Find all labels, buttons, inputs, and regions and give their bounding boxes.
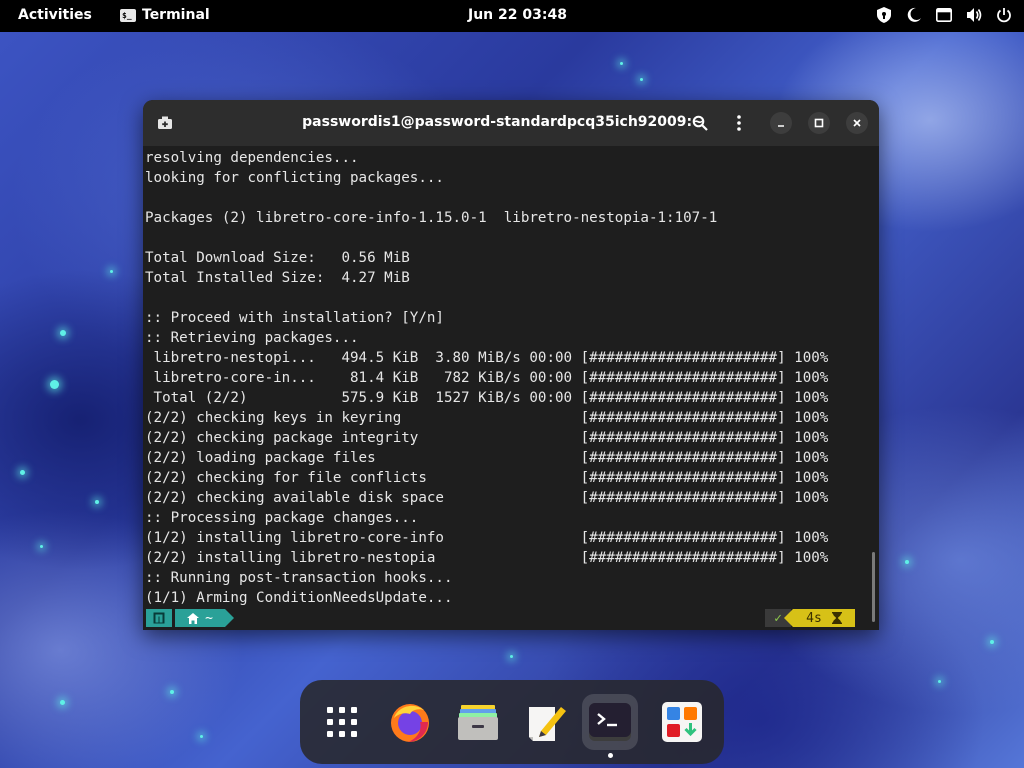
- clock[interactable]: Jun 22 03:48: [468, 7, 567, 23]
- terminal-line: looking for conflicting packages...: [145, 170, 444, 186]
- power-icon[interactable]: [996, 7, 1012, 23]
- terminal-line: libretro-core-in... 81.4 KiB 782 KiB/s 0…: [145, 370, 829, 386]
- software-icon[interactable]: [654, 694, 710, 750]
- app-menu[interactable]: $_ Terminal: [120, 7, 210, 23]
- terminal-line: (1/1) Arming ConditionNeedsUpdate...: [145, 590, 453, 606]
- app-menu-label: Terminal: [142, 7, 210, 23]
- wallpaper-star: [110, 270, 113, 273]
- prompt-directory: ~: [175, 609, 234, 627]
- terminal-line: Total Installed Size: 4.27 MiB: [145, 270, 410, 286]
- terminal-line: (2/2) loading package files [###########…: [145, 450, 829, 466]
- terminal-line: resolving dependencies...: [145, 150, 359, 166]
- wallpaper-star: [95, 500, 99, 504]
- terminal-line: Packages (2) libretro-core-info-1.15.0-1…: [145, 210, 718, 226]
- new-tab-button[interactable]: [153, 111, 177, 135]
- wallpaper-star: [170, 690, 174, 694]
- firefox-icon[interactable]: [382, 694, 438, 750]
- wallpaper-star: [200, 735, 203, 738]
- terminal-line: :: Running post-transaction hooks...: [145, 570, 453, 586]
- prompt-duration-label: 4s: [806, 610, 822, 626]
- wallpaper-star: [50, 380, 59, 389]
- files-icon[interactable]: [450, 694, 506, 750]
- search-icon[interactable]: [688, 111, 712, 135]
- activities-button[interactable]: Activities: [18, 7, 92, 23]
- terminal-output[interactable]: resolving dependencies... looking for co…: [143, 146, 869, 606]
- wallpaper-star: [60, 700, 65, 705]
- terminal-line: (2/2) checking available disk space [###…: [145, 490, 829, 506]
- wallpaper-star: [60, 330, 66, 336]
- prompt-dir-label: ~: [205, 610, 213, 626]
- text-editor-icon[interactable]: [518, 694, 574, 750]
- prompt-duration: 4s: [784, 609, 855, 627]
- terminal-line: (2/2) checking keys in keyring [########…: [145, 410, 829, 426]
- window-title: passwordis1@password-standardpcq35ich920…: [302, 114, 704, 130]
- terminal-icon[interactable]: [582, 694, 638, 758]
- window-titlebar[interactable]: passwordis1@password-standardpcq35ich920…: [143, 100, 879, 146]
- shell-prompt[interactable]: ~ ✓ 4s: [143, 608, 879, 628]
- night-light-icon[interactable]: [906, 7, 922, 23]
- running-indicator: [608, 753, 613, 758]
- wallpaper-star: [620, 62, 623, 65]
- home-icon: [187, 612, 200, 624]
- dock: [300, 680, 724, 764]
- os-logo-icon: [146, 609, 172, 627]
- terminal-line: (1/2) installing libretro-core-info [###…: [145, 530, 829, 546]
- terminal-line: (2/2) installing libretro-nestopia [####…: [145, 550, 829, 566]
- system-tray[interactable]: [876, 7, 1012, 23]
- close-button[interactable]: [846, 112, 868, 134]
- terminal-line: :: Processing package changes...: [145, 510, 419, 526]
- terminal-line: Total (2/2) 575.9 KiB 1527 KiB/s 00:00 […: [145, 390, 829, 406]
- wallpaper-star: [510, 655, 513, 658]
- app-grid-icon[interactable]: [314, 694, 370, 750]
- wallpaper-star: [905, 560, 909, 564]
- terminal-line: Total Download Size: 0.56 MiB: [145, 250, 410, 266]
- menu-icon[interactable]: [727, 111, 751, 135]
- minimize-button[interactable]: [770, 112, 792, 134]
- wallpaper-star: [938, 680, 941, 683]
- terminal-line: libretro-nestopi... 494.5 KiB 3.80 MiB/s…: [145, 350, 829, 366]
- hourglass-icon: [831, 612, 842, 624]
- wallpaper-star: [40, 545, 43, 548]
- maximize-button[interactable]: [808, 112, 830, 134]
- terminal-line: :: Proceed with installation? [Y/n]: [145, 310, 444, 326]
- wallpaper-star: [640, 78, 643, 81]
- volume-icon[interactable]: [966, 7, 982, 23]
- terminal-line: :: Retrieving packages...: [145, 330, 359, 346]
- privacy-shield-icon[interactable]: [876, 7, 892, 23]
- display-icon[interactable]: [936, 7, 952, 23]
- terminal-line: (2/2) checking package integrity [######…: [145, 430, 829, 446]
- terminal-window[interactable]: passwordis1@password-standardpcq35ich920…: [143, 100, 879, 630]
- terminal-line: (2/2) checking for file conflicts [#####…: [145, 470, 829, 486]
- terminal-app-icon: $_: [120, 8, 136, 22]
- top-bar: Activities $_ Terminal Jun 22 03:48: [0, 0, 1024, 32]
- wallpaper-star: [990, 640, 994, 644]
- wallpaper-star: [20, 470, 25, 475]
